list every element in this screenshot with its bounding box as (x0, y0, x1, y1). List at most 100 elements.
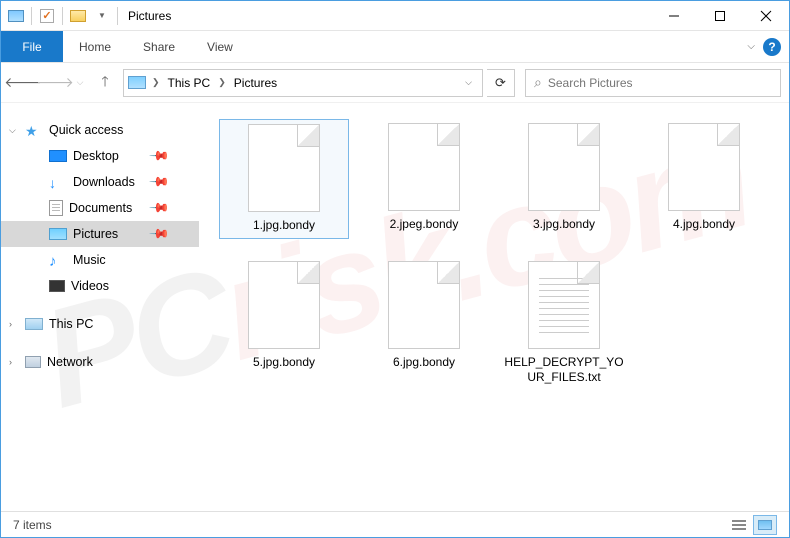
page-fold-icon (577, 262, 599, 284)
search-box[interactable]: ⌕ (525, 69, 781, 97)
sidebar-item-label: Documents (69, 201, 132, 215)
tab-share[interactable]: Share (127, 31, 191, 62)
item-count: 7 items (13, 518, 52, 532)
file-tab[interactable]: File (1, 31, 63, 62)
file-label: 1.jpg.bondy (253, 218, 315, 234)
chevron-right-icon[interactable]: › (9, 357, 12, 367)
downloads-icon: ↓ (49, 175, 67, 189)
sidebar-network[interactable]: › Network (1, 349, 199, 375)
file-label: 5.jpg.bondy (253, 355, 315, 371)
window-title: Pictures (128, 9, 171, 23)
sidebar-label: Quick access (49, 123, 123, 137)
page-fold-icon (577, 124, 599, 146)
unknown-file-icon (248, 261, 320, 349)
sidebar-this-pc[interactable]: › This PC (1, 311, 199, 337)
search-icon: ⌕ (534, 74, 542, 91)
page-fold-icon (297, 125, 319, 147)
file-item[interactable]: HELP_DECRYPT_YOUR_FILES.txt (499, 257, 629, 390)
tab-view[interactable]: View (191, 31, 249, 62)
star-icon: ★ (25, 123, 43, 137)
sidebar-item-label: Videos (71, 279, 109, 293)
address-folder-icon (128, 76, 146, 89)
file-label: 2.jpeg.bondy (390, 217, 459, 233)
file-item[interactable]: 2.jpeg.bondy (359, 119, 489, 239)
file-label: 3.jpg.bondy (533, 217, 595, 233)
sidebar-item-documents[interactable]: Documents 📌 (1, 195, 199, 221)
qat-dropdown[interactable]: ▼ (91, 5, 113, 27)
back-button[interactable]: 🡐 (9, 69, 37, 97)
sidebar-item-downloads[interactable]: ↓ Downloads 📌 (1, 169, 199, 195)
breadcrumb-separator[interactable]: ❯ (150, 77, 162, 88)
breadcrumb-pictures[interactable]: Pictures (232, 76, 279, 90)
sidebar-quick-access[interactable]: ⌵ ★ Quick access (1, 117, 199, 143)
close-button[interactable] (743, 1, 789, 31)
file-item[interactable]: 3.jpg.bondy (499, 119, 629, 239)
pin-icon: 📌 (148, 171, 171, 194)
details-view-button[interactable] (727, 515, 751, 535)
chevron-down-icon[interactable]: ⌵ (9, 125, 16, 136)
help-icon[interactable]: ? (763, 38, 781, 56)
icons-view-button[interactable] (753, 515, 777, 535)
forward-button[interactable]: 🡒 (41, 69, 69, 97)
sidebar-label: This PC (49, 317, 93, 331)
file-item[interactable]: 5.jpg.bondy (219, 257, 349, 390)
up-button[interactable]: 🡑 (91, 69, 119, 97)
sidebar-item-pictures[interactable]: Pictures 📌 (1, 221, 199, 247)
breadcrumb-this-pc[interactable]: This PC (166, 76, 213, 90)
status-bar: 7 items (1, 511, 789, 537)
quick-access-toolbar: ✓ ▼ (1, 5, 124, 27)
file-label: 6.jpg.bondy (393, 355, 455, 371)
search-input[interactable] (548, 76, 772, 90)
file-item[interactable]: 1.jpg.bondy (219, 119, 349, 239)
recent-dropdown[interactable]: ⌵ (73, 69, 87, 97)
expand-ribbon-icon[interactable]: ⌵ (747, 41, 755, 52)
qat-app-icon[interactable] (5, 5, 27, 27)
ribbon-tabs: File Home Share View ⌵ ? (1, 31, 789, 63)
page-fold-icon (297, 262, 319, 284)
qat-separator (31, 7, 32, 25)
unknown-file-icon (388, 123, 460, 211)
sidebar-item-label: Desktop (73, 149, 119, 163)
refresh-button[interactable]: ⟳ (487, 69, 515, 97)
navigation-bar: 🡐 🡒 ⌵ 🡑 ❯ This PC ❯ Pictures ⌵ ⟳ ⌕ (1, 63, 789, 103)
unknown-file-icon (388, 261, 460, 349)
file-item[interactable]: 6.jpg.bondy (359, 257, 489, 390)
sidebar-item-label: Downloads (73, 175, 135, 189)
tab-home[interactable]: Home (63, 31, 127, 62)
pc-icon (25, 318, 43, 330)
titlebar: ✓ ▼ Pictures (1, 1, 789, 31)
sidebar-item-videos[interactable]: Videos (1, 273, 199, 299)
pin-icon: 📌 (148, 145, 171, 168)
maximize-button[interactable] (697, 1, 743, 31)
qat-separator (117, 7, 118, 25)
page-fold-icon (437, 262, 459, 284)
sidebar-label: Network (47, 355, 93, 369)
pin-icon: 📌 (148, 223, 171, 246)
sidebar-item-desktop[interactable]: Desktop 📌 (1, 143, 199, 169)
file-label: 4.jpg.bondy (673, 217, 735, 233)
unknown-file-icon (248, 124, 320, 212)
sidebar-item-music[interactable]: ♪ Music (1, 247, 199, 273)
pictures-icon (49, 228, 67, 240)
qat-properties[interactable]: ✓ (36, 5, 58, 27)
thumb-icon (758, 520, 772, 530)
file-label: HELP_DECRYPT_YOUR_FILES.txt (503, 355, 625, 386)
minimize-button[interactable] (651, 1, 697, 31)
unknown-file-icon (668, 123, 740, 211)
qat-new-folder[interactable] (67, 5, 89, 27)
file-item[interactable]: 4.jpg.bondy (639, 119, 769, 239)
chevron-right-icon[interactable]: › (9, 319, 12, 329)
network-icon (25, 356, 41, 368)
address-dropdown-icon[interactable]: ⌵ (459, 77, 478, 88)
videos-icon (49, 280, 65, 292)
documents-icon (49, 200, 63, 216)
pin-icon: 📌 (148, 197, 171, 220)
page-fold-icon (717, 124, 739, 146)
music-icon: ♪ (49, 253, 67, 267)
breadcrumb-separator[interactable]: ❯ (216, 77, 228, 88)
nav-pane: ⌵ ★ Quick access Desktop 📌 ↓ Downloads 📌… (1, 103, 199, 511)
sidebar-item-label: Pictures (73, 227, 118, 241)
file-pane[interactable]: 1.jpg.bondy 2.jpeg.bondy 3.jpg.bondy 4.jpg.… (199, 103, 789, 511)
address-bar[interactable]: ❯ This PC ❯ Pictures ⌵ (123, 69, 483, 97)
sidebar-item-label: Music (73, 253, 106, 267)
